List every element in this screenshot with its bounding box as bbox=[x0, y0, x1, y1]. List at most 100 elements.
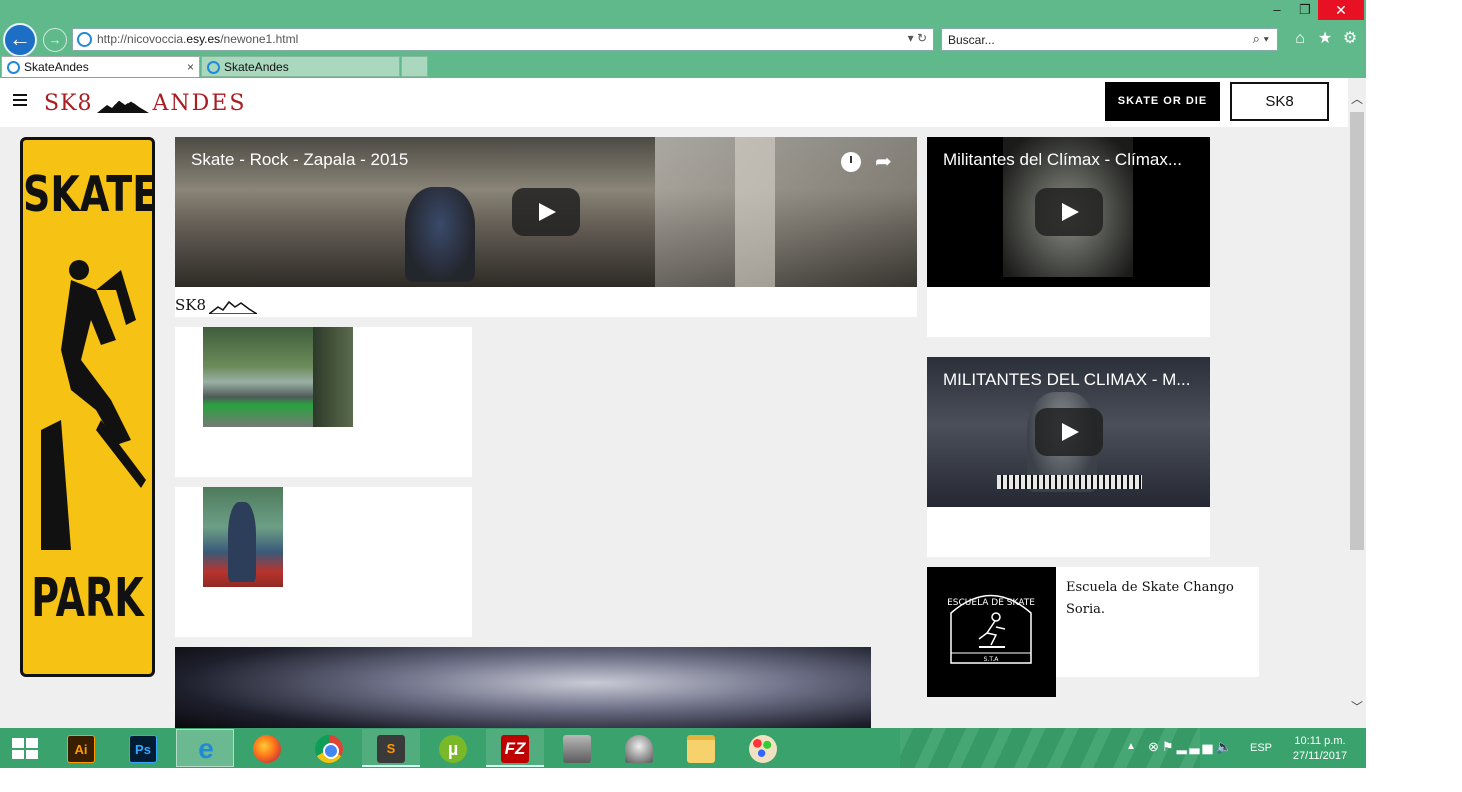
skater-silhouette-icon bbox=[41, 260, 146, 550]
play-button[interactable] bbox=[512, 188, 580, 236]
address-bar[interactable]: http://nicovoccia.esy.es/newone1.html ▾ … bbox=[72, 28, 934, 51]
skater-park-photo[interactable] bbox=[203, 327, 353, 427]
utorrent-icon: µ bbox=[439, 735, 467, 763]
video-embed-bottom[interactable] bbox=[175, 647, 871, 728]
clock-date[interactable]: 27/11/2017 bbox=[1288, 749, 1352, 764]
vertical-scrollbar[interactable]: ︿ ﹀ bbox=[1348, 78, 1366, 728]
school-logo-image[interactable]: ESCUELA DE SKATE S.T.A bbox=[927, 567, 1056, 697]
caption: SK8 bbox=[175, 296, 258, 314]
scrollbar-thumb[interactable] bbox=[1350, 112, 1364, 550]
dropdown-icon[interactable]: ▾ bbox=[908, 31, 914, 45]
logo-andes-text: ANDES bbox=[152, 91, 247, 116]
tab-skateandes[interactable]: SkateAndes bbox=[201, 56, 400, 77]
ie-favicon-icon bbox=[207, 61, 220, 74]
back-arrow-icon: ← bbox=[9, 26, 31, 51]
sign-bottom-text: PARK bbox=[31, 567, 144, 629]
video-thumbnail-skater bbox=[405, 187, 475, 282]
ie-favicon-icon bbox=[7, 61, 20, 74]
system-tray: ▲ ⊗⚑▂▃▅🔈 ESP 10:11 p.m. 27/11/2017 bbox=[1122, 728, 1366, 768]
skater-indoor-photo[interactable] bbox=[203, 487, 283, 587]
video-embed-skate-rock-zapala[interactable]: Skate - Rock - Zapala - 2015 ➦ bbox=[175, 137, 917, 287]
illustrator-icon: Ai bbox=[67, 735, 95, 763]
site-logo[interactable]: SK8 ANDES bbox=[44, 91, 246, 117]
minimize-button[interactable]: – bbox=[1262, 0, 1292, 20]
close-button[interactable]: ✕ bbox=[1318, 0, 1364, 20]
video-title[interactable]: MILITANTES DEL CLIMAX - M... bbox=[943, 370, 1190, 390]
clock-time[interactable]: 10:11 p.m. bbox=[1290, 734, 1350, 749]
tab-skateandes-active[interactable]: SkateAndes × bbox=[1, 56, 200, 77]
address-url[interactable]: http://nicovoccia.esy.es/newone1.html bbox=[97, 32, 298, 46]
firefox-app[interactable] bbox=[238, 729, 296, 767]
server-icon bbox=[563, 735, 591, 763]
paint-app[interactable] bbox=[734, 729, 792, 767]
search-icon[interactable]: ⌕ ▾ bbox=[1253, 31, 1269, 47]
paint-palette-icon bbox=[749, 735, 777, 763]
scroll-up-icon[interactable]: ︿ bbox=[1348, 90, 1366, 106]
tab-label: SkateAndes bbox=[24, 60, 89, 74]
taskbar: Ai Ps e S µ FZ ▲ ⊗⚑▂▃▅🔈 ESP 10:11 p.m. 2… bbox=[0, 728, 1366, 768]
utorrent-app[interactable]: µ bbox=[424, 729, 482, 767]
signal-icon[interactable]: ▂▃▅ bbox=[1177, 739, 1216, 754]
volume-icon[interactable]: 🔈 bbox=[1216, 739, 1235, 754]
network-warning-icon[interactable]: ⊗ bbox=[1148, 739, 1162, 754]
forward-arrow-icon: → bbox=[48, 32, 62, 47]
video-card-footer bbox=[927, 507, 1210, 557]
video-embed-militantes-climax-2[interactable]: MILITANTES DEL CLIMAX - M... bbox=[927, 357, 1210, 507]
illustrator-app[interactable]: Ai bbox=[52, 729, 110, 767]
scroll-down-icon[interactable]: ﹀ bbox=[1348, 698, 1366, 714]
filezilla-icon: FZ bbox=[501, 735, 529, 763]
browser-chrome: – ❐ ✕ ← → http://nicovoccia.esy.es/newon… bbox=[0, 0, 1366, 78]
photoshop-app[interactable]: Ps bbox=[114, 729, 172, 767]
server-app[interactable] bbox=[548, 729, 606, 767]
video-title[interactable]: Skate - Rock - Zapala - 2015 bbox=[191, 150, 408, 170]
new-tab-button[interactable] bbox=[401, 56, 428, 77]
file-explorer-app[interactable] bbox=[672, 729, 730, 767]
start-button[interactable] bbox=[0, 728, 48, 768]
mountain-icon bbox=[209, 300, 258, 314]
bell-app[interactable] bbox=[610, 729, 668, 767]
skate-school-emblem-icon: ESCUELA DE SKATE S.T.A bbox=[947, 594, 1035, 664]
video-thumbnail-pillar bbox=[735, 137, 775, 287]
photo-card bbox=[175, 327, 472, 477]
gear-icon[interactable]: ⚙ bbox=[1341, 29, 1359, 49]
refresh-icon[interactable]: ↻ bbox=[917, 31, 927, 45]
caption-sk8-text: SK8 bbox=[175, 296, 207, 314]
tab-close-icon[interactable]: × bbox=[187, 57, 194, 78]
language-indicator[interactable]: ESP bbox=[1250, 742, 1272, 754]
play-button[interactable] bbox=[1035, 188, 1103, 236]
sublime-text-icon: S bbox=[377, 735, 405, 763]
play-button[interactable] bbox=[1035, 408, 1103, 456]
emblem-top-text: ESCUELA DE SKATE bbox=[947, 598, 1035, 608]
folder-icon bbox=[687, 735, 715, 763]
hamburger-menu-icon[interactable] bbox=[13, 94, 27, 106]
flag-icon[interactable]: ⚑ bbox=[1162, 739, 1177, 754]
favorites-star-icon[interactable]: ★ bbox=[1316, 29, 1334, 49]
video-embed-militantes-climax-1[interactable]: Militantes del Clímax - Clímax... bbox=[927, 137, 1210, 287]
search-input[interactable]: Buscar... ⌕ ▾ bbox=[941, 28, 1278, 51]
sk8-button[interactable]: SK8 bbox=[1230, 82, 1329, 121]
show-hidden-icons-icon[interactable]: ▲ bbox=[1126, 741, 1136, 752]
back-button[interactable]: ← bbox=[3, 23, 37, 57]
filezilla-app[interactable]: FZ bbox=[486, 729, 544, 767]
firefox-icon bbox=[253, 735, 281, 763]
emblem-bottom-text: S.T.A bbox=[984, 656, 1000, 663]
url-path: /newone1.html bbox=[220, 32, 299, 46]
logo-sk8-text: SK8 bbox=[44, 91, 93, 116]
photo-tree bbox=[313, 327, 353, 427]
home-icon[interactable]: ⌂ bbox=[1291, 29, 1309, 49]
sublime-text-app[interactable]: S bbox=[362, 729, 420, 767]
chrome-app[interactable] bbox=[300, 729, 358, 767]
forward-button[interactable]: → bbox=[43, 28, 67, 52]
address-controls[interactable]: ▾ ↻ bbox=[908, 31, 927, 45]
tray-icons[interactable]: ⊗⚑▂▃▅🔈 bbox=[1148, 739, 1235, 755]
restore-button[interactable]: ❐ bbox=[1292, 0, 1318, 20]
skate-or-die-button[interactable]: SKATE OR DIE bbox=[1105, 82, 1220, 121]
video-title[interactable]: Militantes del Clímax - Clímax... bbox=[943, 150, 1182, 170]
watch-later-clock-icon[interactable] bbox=[841, 152, 861, 172]
school-card[interactable]: ESCUELA DE SKATE S.T.A Escuela de Skate … bbox=[927, 567, 1259, 697]
school-description[interactable]: Escuela de Skate Chango Soria. bbox=[1066, 577, 1246, 621]
web-page: SK8 ANDES SKATE OR DIE SK8 SKATE PARK Sk… bbox=[0, 78, 1348, 728]
internet-explorer-icon: e bbox=[198, 733, 214, 764]
internet-explorer-app[interactable]: e bbox=[176, 729, 234, 767]
share-arrow-icon[interactable]: ➦ bbox=[875, 149, 892, 174]
